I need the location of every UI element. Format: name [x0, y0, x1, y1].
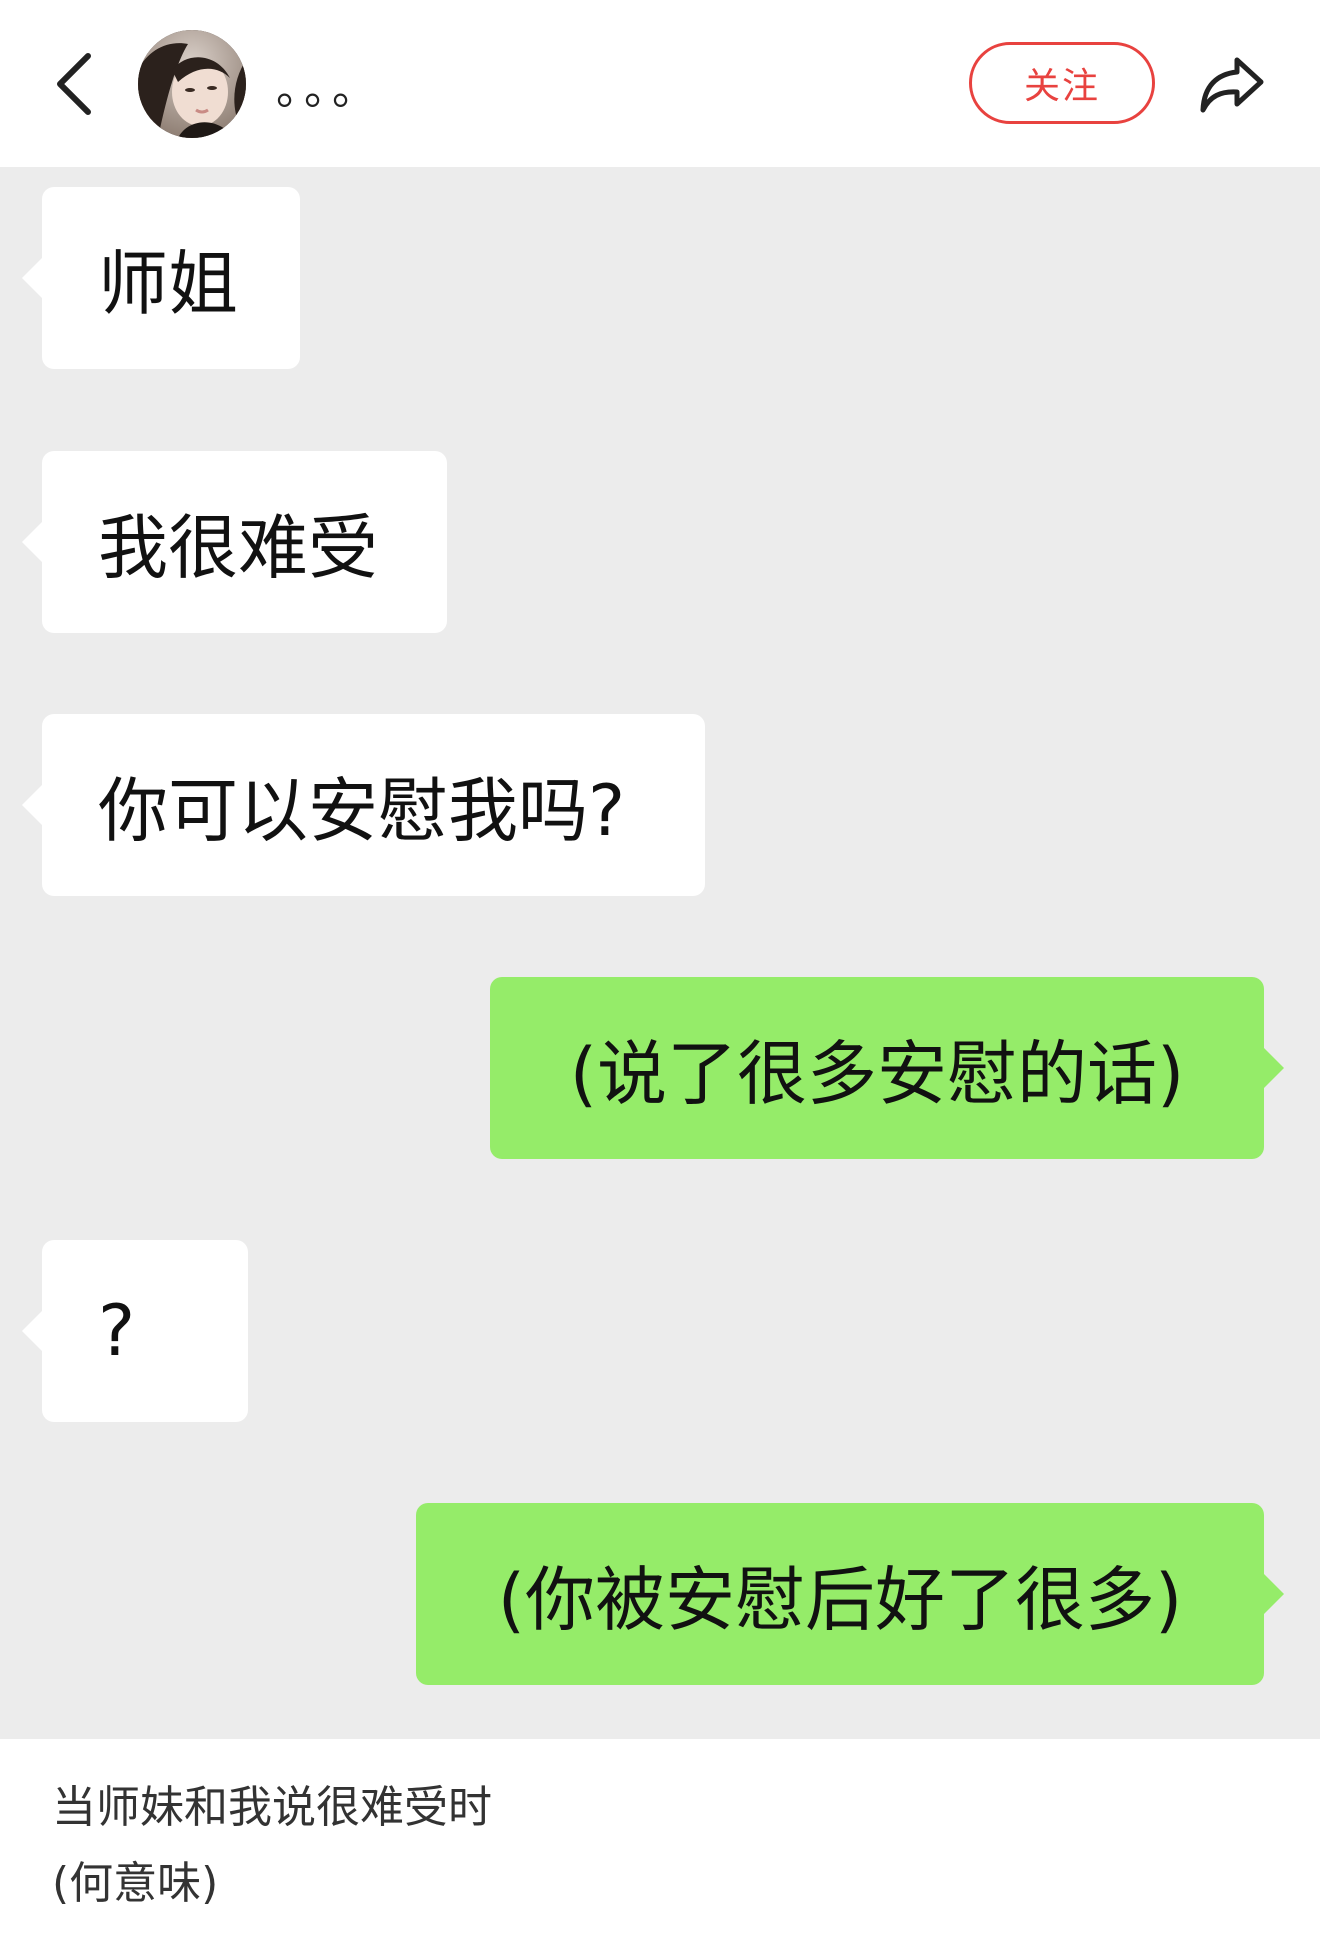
share-button[interactable] — [1192, 44, 1272, 124]
message-bubble-outgoing: (说了很多安慰的话) — [490, 977, 1284, 1159]
message-bubble-outgoing: (你被安慰后好了很多) — [416, 1503, 1284, 1685]
message-text: 你可以安慰我吗? — [98, 769, 626, 852]
caption-line: (何意味) — [52, 1858, 219, 1909]
back-button[interactable] — [44, 44, 104, 124]
avatar[interactable] — [138, 30, 246, 138]
message-bubble-incoming: 我很难受 — [22, 451, 447, 633]
message-text: (说了很多安慰的话) — [569, 1032, 1185, 1115]
profile-photo-image — [138, 30, 246, 138]
message-text: ? — [98, 1290, 136, 1372]
message-bubble-incoming: 师姐 — [22, 187, 300, 369]
message-text: (你被安慰后好了很多) — [497, 1558, 1183, 1641]
post-header: 。。。 关注 — [0, 0, 1320, 167]
username[interactable]: 。。。 — [276, 60, 382, 120]
chat-screenshot: 师姐 我很难受 你可以安慰我吗? (说了很多安慰的话) ? (你被安慰后好了很多… — [0, 167, 1320, 1739]
message-bubble-incoming: 你可以安慰我吗? — [22, 714, 705, 896]
follow-button[interactable]: 关注 — [969, 42, 1155, 124]
share-arrow-icon — [1200, 57, 1264, 113]
message-bubble-incoming: ? — [22, 1240, 248, 1422]
chevron-left-icon — [57, 53, 91, 115]
post-caption: 当师妹和我说很难受时 (何意味) — [52, 1770, 492, 1922]
caption-line: 当师妹和我说很难受时 — [52, 1782, 492, 1833]
message-text: 师姐 — [98, 242, 238, 325]
message-text: 我很难受 — [98, 506, 378, 589]
